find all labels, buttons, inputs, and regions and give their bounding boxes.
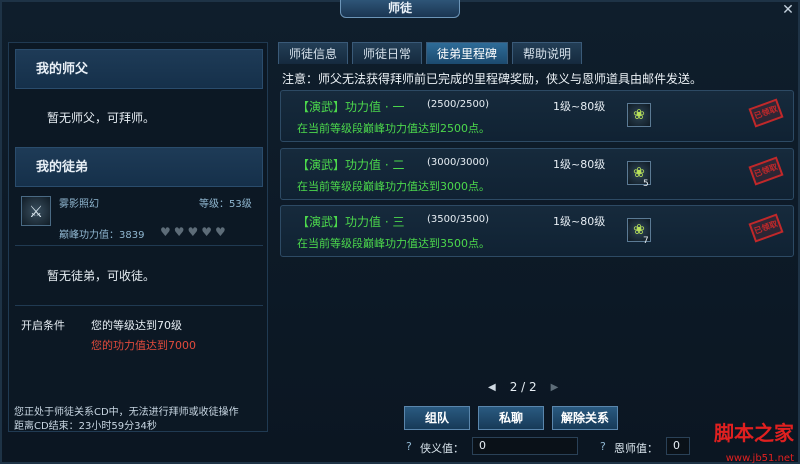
- milestone-notice: 注意：师父无法获得拜师前已完成的里程碑奖励，侠义与恩师道具由邮件发送。: [282, 72, 703, 86]
- disciple-avatar-icon[interactable]: ⚔: [21, 196, 51, 226]
- open-condition-power: 您的功力值达到7000: [91, 339, 196, 352]
- master-status: 暂无师父，可拜师。: [47, 111, 156, 125]
- window-title: 师徒: [340, 0, 460, 18]
- tab-bar: 师徒信息 师徒日常 徒弟里程碑 帮助说明: [278, 42, 583, 66]
- milestone-card: 【演武】功力值 · 一 (2500/2500) 在当前等级段巅峰功力值达到250…: [280, 90, 794, 142]
- intimacy-hearts-icon: ♥♥♥♥♥: [160, 225, 229, 239]
- disciple-section-header: 我的徒弟: [15, 147, 263, 187]
- milestone-name: 【演武】功力值 · 三: [297, 215, 405, 229]
- claimed-stamp-icon: 已领取: [748, 213, 784, 243]
- next-page-icon[interactable]: ▶: [551, 382, 559, 393]
- mentor-label: 恩师值：: [614, 442, 658, 455]
- reward-count: 5: [643, 179, 649, 189]
- tab-help[interactable]: 帮助说明: [512, 42, 583, 64]
- milestone-progress: (3500/3500): [427, 214, 490, 225]
- disciple-power: 巅峰功力值：3839: [59, 230, 145, 241]
- tab-daily[interactable]: 师徒日常: [352, 42, 423, 64]
- reward-item-icon[interactable]: ❀: [627, 103, 651, 127]
- disciple-name: 雾影照幻: [59, 199, 99, 210]
- disciple-status: 暂无徒弟，可收徒。: [47, 269, 156, 283]
- master-section-header: 我的师父: [15, 49, 263, 89]
- watermark-logo: 脚本之家: [714, 421, 794, 445]
- close-icon[interactable]: ✕: [780, 2, 796, 18]
- cd-notice: 您正处于师徒关系CD中，无法进行拜师或收徒操作: [14, 407, 239, 418]
- page-indicator: 2 / 2: [509, 380, 537, 394]
- mentor-help-icon[interactable]: ?: [600, 440, 606, 453]
- tab-master-info[interactable]: 师徒信息: [278, 42, 349, 64]
- divider: [15, 245, 263, 246]
- milestone-desc: 在当前等级段巅峰功力值达到3500点。: [297, 237, 490, 250]
- milestone-progress: (2500/2500): [427, 99, 490, 110]
- milestone-name: 【演武】功力值 · 二: [297, 158, 405, 172]
- milestone-card: 【演武】功力值 · 二 (3000/3000) 在当前等级段巅峰功力值达到300…: [280, 148, 794, 200]
- cd-timer: 距离CD结束：23小时59分34秒: [14, 421, 157, 432]
- claimed-stamp-icon: 已领取: [748, 98, 784, 128]
- team-button[interactable]: 组队: [404, 406, 470, 430]
- prev-page-icon[interactable]: ◀: [488, 382, 496, 393]
- tab-milestones[interactable]: 徒弟里程碑: [426, 42, 509, 64]
- milestone-progress: (3000/3000): [427, 157, 490, 168]
- chivalry-value: 0: [472, 437, 578, 455]
- mentor-value: 0: [666, 437, 690, 455]
- claimed-stamp-icon: 已领取: [748, 156, 784, 186]
- milestone-card: 【演武】功力值 · 三 (3500/3500) 在当前等级段巅峰功力值达到350…: [280, 205, 794, 257]
- milestone-desc: 在当前等级段巅峰功力值达到3000点。: [297, 180, 490, 193]
- milestone-name: 【演武】功力值 · 一: [297, 100, 405, 114]
- left-panel: 我的师父 暂无师父，可拜师。 我的徒弟 ⚔ 雾影照幻 等级：53级 巅峰功力值：…: [8, 42, 268, 432]
- chivalry-help-icon[interactable]: ?: [406, 440, 412, 453]
- milestone-desc: 在当前等级段巅峰功力值达到2500点。: [297, 122, 490, 135]
- pager: ◀ 2 / 2 ▶: [488, 380, 558, 394]
- milestone-level: 1级~80级: [553, 100, 606, 113]
- chivalry-label: 侠义值：: [420, 442, 464, 455]
- milestone-level: 1级~80级: [553, 215, 606, 228]
- divider: [15, 305, 263, 306]
- milestone-level: 1级~80级: [553, 158, 606, 171]
- disciple-level: 等级：53级: [199, 199, 252, 210]
- open-conditions-label: 开启条件: [21, 319, 65, 332]
- reward-count: 7: [643, 236, 649, 246]
- open-condition-level: 您的等级达到70级: [91, 319, 182, 332]
- watermark-url: www.jb51.net: [725, 453, 794, 464]
- whisper-button[interactable]: 私聊: [478, 406, 544, 430]
- dissolve-relation-button[interactable]: 解除关系: [552, 406, 618, 430]
